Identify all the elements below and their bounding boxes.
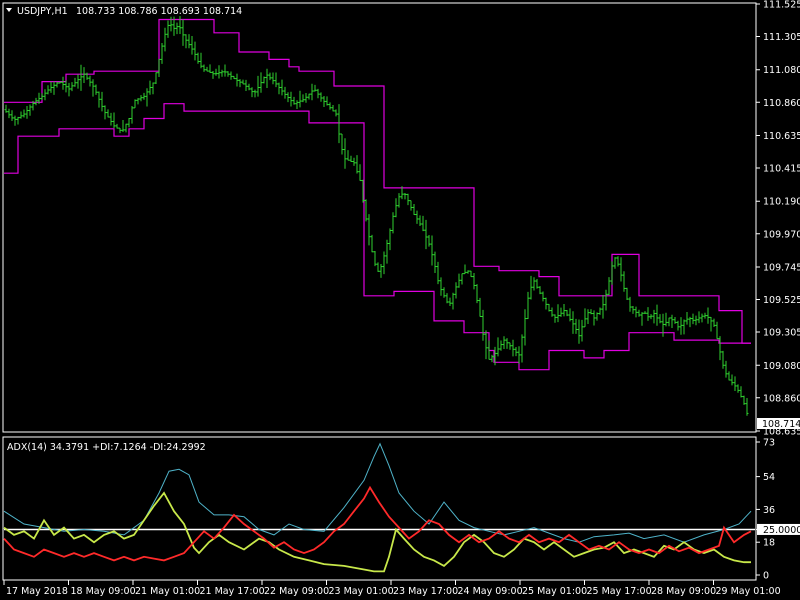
time-tick-label: 21 May 01:00	[135, 586, 200, 597]
price-tick-label: 109.970	[763, 229, 800, 240]
price-tick-label: 109.525	[763, 295, 800, 306]
ohlc-label: 108.733 108.786 108.693 108.714	[76, 6, 242, 17]
price-tick-label: 111.305	[763, 32, 800, 43]
time-tick-label: 17 May 2018	[6, 586, 68, 597]
time-tick-label: 23 May 01:00	[329, 586, 394, 597]
time-tick-label: 28 May 09:00	[651, 586, 716, 597]
time-tick-label: 23 May 17:00	[393, 586, 458, 597]
time-tick-label: 18 May 09:00	[71, 586, 136, 597]
price-tick-label: 109.745	[763, 262, 800, 273]
indicator-tick-label: 73	[763, 438, 775, 449]
price-tick-label: 110.190	[763, 197, 800, 208]
price-tick-label: 111.525	[763, 0, 800, 11]
indicator-tick-label: 36	[763, 505, 775, 516]
symbol-label: USDJPY,H1	[17, 6, 68, 17]
price-tick-label: 110.635	[763, 131, 800, 142]
time-tick-label: 22 May 09:00	[264, 586, 329, 597]
indicator-tick-label: 25.0000	[763, 525, 800, 536]
indicator-tick-label: 18	[763, 538, 775, 549]
time-tick-label: 25 May 17:00	[587, 586, 652, 597]
background	[0, 0, 800, 600]
time-tick-label: 25 May 01:00	[522, 586, 587, 597]
indicator-label: ADX(14) 34.3791 +DI:7.1264 -DI:24.2992	[7, 442, 206, 453]
time-tick-label: 21 May 17:00	[200, 586, 265, 597]
indicator-tick-label: 54	[763, 472, 775, 483]
price-tick-label: 110.860	[763, 98, 800, 109]
time-tick-label: 24 May 09:00	[458, 586, 523, 597]
chart-window[interactable]: USDJPY,H1 108.733 108.786 108.693 108.71…	[0, 0, 800, 600]
price-tick-label: 111.080	[763, 65, 800, 76]
price-tick-label: 109.080	[763, 361, 800, 372]
price-tick-label: 110.415	[763, 164, 800, 175]
last-price-label: 108.714	[762, 419, 800, 430]
indicator-tick-label: 0	[763, 571, 769, 582]
price-tick-label: 109.305	[763, 328, 800, 339]
price-tick-label: 108.860	[763, 393, 800, 404]
time-tick-label: 29 May 01:00	[716, 586, 781, 597]
